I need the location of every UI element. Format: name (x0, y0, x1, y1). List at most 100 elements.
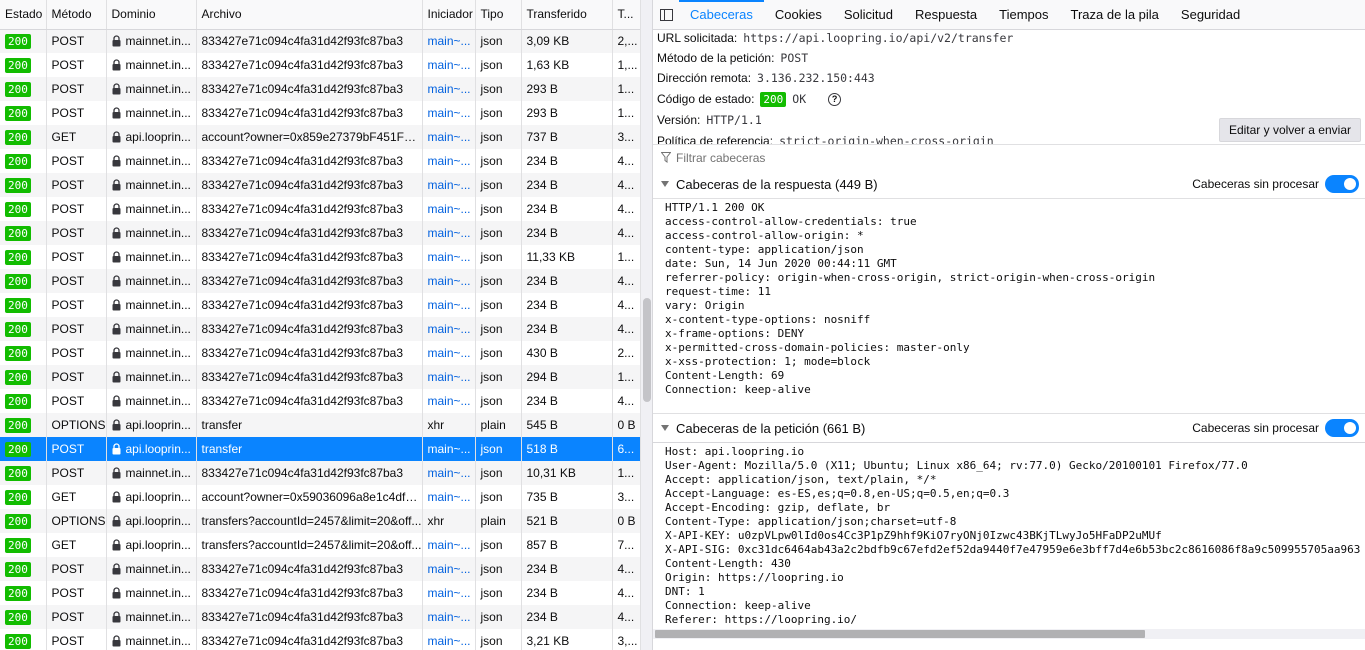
cell-initiator: main~... (422, 245, 476, 269)
request-headers-section[interactable]: Cabeceras de la petición (661 B) Cabecer… (653, 413, 1365, 443)
cell-initiator: main~... (422, 581, 476, 605)
col-type[interactable]: Tipo (475, 0, 522, 30)
col-domain[interactable]: Dominio (106, 0, 197, 30)
table-row[interactable]: 200 POST mainnet.in... 833427e71c094c4fa31d… (0, 245, 640, 269)
table-row[interactable]: 200 POST mainnet.in... 833427e71c094c4fa31d… (0, 53, 640, 77)
header-line: content-type: application/json (665, 243, 864, 256)
table-row[interactable]: 200 POST mainnet.in... 833427e71c094c4fa31d… (0, 197, 640, 221)
cell-method: POST (46, 557, 107, 581)
cell-type: json (475, 77, 522, 101)
table-row[interactable]: 200 POST mainnet.in... 833427e71c094c4fa31d… (0, 173, 640, 197)
table-row[interactable]: 200 POST mainnet.in... 833427e71c094c4fa31d… (0, 77, 640, 101)
table-row[interactable]: 200 POST mainnet.in... 833427e71c094c4fa31d… (0, 341, 640, 365)
response-headers-raw: HTTP/1.1 200 OK access-control-allow-cred… (653, 201, 1365, 411)
cell-domain: mainnet.in... (106, 293, 197, 317)
cell-transferred: 234 B (521, 389, 613, 413)
lock-icon (112, 515, 120, 527)
cell-type: json (475, 581, 522, 605)
request-headers-raw[interactable]: Host: api.loopring.io User-Agent: Mozilla… (653, 442, 1365, 633)
col-size[interactable]: T... (612, 0, 640, 30)
cell-size: 1... (612, 101, 640, 125)
tab-security[interactable]: Seguridad (1170, 0, 1251, 29)
col-method[interactable]: Método (46, 0, 107, 30)
cell-status: 200 (0, 557, 47, 581)
table-row[interactable]: 200 POST mainnet.in... 833427e71c094c4fa31d… (0, 149, 640, 173)
table-row[interactable]: 200 POST api.looprin... transfer main~... jso… (0, 437, 640, 461)
cell-initiator: main~... (422, 173, 476, 197)
raw-response-toggle[interactable]: Cabeceras sin procesar (1192, 175, 1359, 193)
cell-size: 2,... (612, 29, 640, 53)
tab-request[interactable]: Solicitud (833, 0, 904, 29)
request-table: Estado Método Dominio Archivo Iniciador … (0, 0, 640, 650)
tab-cookies[interactable]: Cookies (764, 0, 833, 29)
cell-status: 200 (0, 149, 47, 173)
toggle-switch[interactable] (1325, 419, 1359, 437)
tab-response[interactable]: Respuesta (904, 0, 988, 29)
filter-headers-input[interactable]: Filtrar cabeceras (653, 144, 1365, 171)
header-line: referrer-policy: origin-when-cross-origi… (665, 271, 1156, 284)
cell-file: 833427e71c094c4fa31d42f93fc87ba3 (196, 605, 423, 629)
table-row[interactable]: 200 POST mainnet.in... 833427e71c094c4fa31d… (0, 557, 640, 581)
table-row[interactable]: 200 POST mainnet.in... 833427e71c094c4fa31d… (0, 461, 640, 485)
request-headers-hscrollbar[interactable] (653, 629, 1365, 639)
lock-icon (112, 323, 120, 335)
cell-domain: mainnet.in... (106, 605, 197, 629)
cell-domain: mainnet.in... (106, 341, 197, 365)
cell-transferred: 545 B (521, 413, 613, 437)
cell-size: 4... (612, 149, 640, 173)
col-transferred[interactable]: Transferido (521, 0, 613, 30)
cell-initiator: main~... (422, 341, 476, 365)
table-row[interactable]: 200 POST mainnet.in... 833427e71c094c4fa31d… (0, 29, 640, 53)
lock-icon (112, 635, 120, 647)
table-row[interactable]: 200 POST mainnet.in... 833427e71c094c4fa31d… (0, 605, 640, 629)
lock-icon (112, 179, 120, 191)
request-list-scrollbar[interactable] (640, 0, 652, 650)
scrollbar-thumb[interactable] (643, 298, 651, 402)
cell-initiator: main~... (422, 317, 476, 341)
col-status[interactable]: Estado (0, 0, 47, 30)
table-row[interactable]: 200 GET api.looprin... account?owner=0x859e… (0, 125, 640, 149)
table-row[interactable]: 200 POST mainnet.in... 833427e71c094c4fa31d… (0, 581, 640, 605)
table-row[interactable]: 200 POST mainnet.in... 833427e71c094c4fa31d… (0, 389, 640, 413)
cell-type: json (475, 101, 522, 125)
tab-timings[interactable]: Tiempos (988, 0, 1059, 29)
table-row[interactable]: 200 GET api.looprin... transfers?accountId=… (0, 533, 640, 557)
toggle-switch[interactable] (1325, 175, 1359, 193)
tab-stack-trace[interactable]: Traza de la pila (1060, 0, 1170, 29)
header-line: Content-Type: application/json;charset=u… (665, 515, 957, 528)
table-row[interactable]: 200 POST mainnet.in... 833427e71c094c4fa31d… (0, 269, 640, 293)
status-badge: 200 (5, 57, 31, 73)
cell-method: POST (46, 341, 107, 365)
raw-request-toggle[interactable]: Cabeceras sin procesar (1192, 419, 1359, 437)
status-badge: 200 (5, 393, 31, 409)
request-rows: 200 POST mainnet.in... 833427e71c094c4fa31d… (0, 29, 640, 650)
cell-initiator: main~... (422, 77, 476, 101)
collapse-arrow-icon (661, 181, 669, 187)
table-row[interactable]: 200 POST mainnet.in... 833427e71c094c4fa31d… (0, 101, 640, 125)
table-row[interactable]: 200 POST mainnet.in... 833427e71c094c4fa31d… (0, 629, 640, 650)
table-row[interactable]: 200 OPTIONS api.looprin... transfer xhr plain… (0, 413, 640, 437)
cell-file: 833427e71c094c4fa31d42f93fc87ba3 (196, 341, 423, 365)
response-headers-section[interactable]: Cabeceras de la respuesta (449 B) Cabece… (653, 170, 1365, 199)
cell-method: POST (46, 29, 107, 53)
table-row[interactable]: 200 POST mainnet.in... 833427e71c094c4fa31d… (0, 221, 640, 245)
table-row[interactable]: 200 OPTIONS api.looprin... transfers?accoun… (0, 509, 640, 533)
help-icon[interactable]: ? (828, 92, 842, 106)
scrollbar-thumb[interactable] (655, 630, 1145, 638)
table-row[interactable]: 200 POST mainnet.in... 833427e71c094c4fa31d… (0, 293, 640, 317)
details-tabs: Cabeceras Cookies Solicitud Respuesta Ti… (653, 0, 1365, 30)
tab-headers[interactable]: Cabeceras (679, 0, 764, 29)
status-badge: 200 (5, 489, 31, 505)
edit-resend-button[interactable]: Editar y volver a enviar (1218, 118, 1361, 142)
table-row[interactable]: 200 POST mainnet.in... 833427e71c094c4fa31d… (0, 365, 640, 389)
cell-type: json (475, 245, 522, 269)
toggle-panel-icon[interactable] (653, 0, 679, 29)
cell-type: json (475, 197, 522, 221)
col-file[interactable]: Archivo (196, 0, 423, 30)
cell-file: 833427e71c094c4fa31d42f93fc87ba3 (196, 53, 423, 77)
table-row[interactable]: 200 GET api.looprin... account?owner=0x5903… (0, 485, 640, 509)
col-initiator[interactable]: Iniciador (422, 0, 476, 30)
cell-transferred: 1,63 KB (521, 53, 613, 77)
cell-status: 200 (0, 341, 47, 365)
table-row[interactable]: 200 POST mainnet.in... 833427e71c094c4fa31d… (0, 317, 640, 341)
